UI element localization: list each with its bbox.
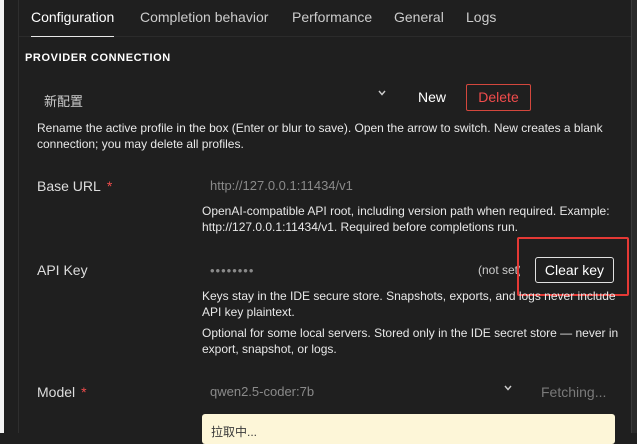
base-url-input[interactable]: http://127.0.0.1:11434/v1 bbox=[210, 178, 353, 193]
model-label: Model * bbox=[37, 384, 87, 400]
active-tab-indicator bbox=[31, 36, 115, 37]
base-url-label: Base URL * bbox=[37, 178, 112, 194]
profile-select[interactable]: 新配置 bbox=[36, 84, 396, 112]
model-label-text: Model bbox=[37, 384, 76, 400]
tab-general[interactable]: General bbox=[394, 9, 444, 25]
base-url-help-text: OpenAI-compatible API root, including ve… bbox=[202, 204, 610, 234]
profile-help-text: Rename the active profile in the box (En… bbox=[37, 121, 603, 151]
new-profile-button[interactable]: New bbox=[405, 84, 459, 111]
model-fetch-notice: 拉取中... bbox=[202, 414, 615, 444]
chevron-down-icon[interactable] bbox=[504, 385, 512, 393]
scrollbar[interactable] bbox=[631, 0, 637, 433]
required-marker: * bbox=[81, 384, 87, 400]
delete-profile-button[interactable]: Delete bbox=[466, 84, 531, 111]
tab-configuration[interactable]: Configuration bbox=[31, 9, 115, 37]
api-key-label: API Key bbox=[37, 262, 88, 278]
required-marker: * bbox=[106, 178, 113, 194]
section-heading: PROVIDER CONNECTION bbox=[25, 52, 171, 64]
clear-key-button[interactable]: Clear key bbox=[535, 257, 614, 283]
profile-select-value: 新配置 bbox=[44, 94, 84, 109]
api-key-help-text: Keys stay in the IDE secure store. Snaps… bbox=[202, 289, 616, 319]
settings-tabbar: Configuration Completion behavior Perfor… bbox=[19, 0, 631, 37]
fetching-models-button[interactable]: Fetching... bbox=[541, 384, 606, 400]
model-select-value: qwen2.5-coder:7b bbox=[210, 384, 315, 399]
tab-configuration-label: Configuration bbox=[31, 9, 115, 25]
base-url-label-text: Base URL bbox=[37, 178, 101, 194]
left-divider bbox=[18, 0, 19, 433]
api-key-status: (not set) bbox=[478, 263, 520, 277]
tab-completion-behavior[interactable]: Completion behavior bbox=[140, 9, 268, 25]
api-key-storage-note: Optional for some local servers. Stored … bbox=[202, 326, 619, 356]
tab-logs-label: Logs bbox=[466, 9, 497, 25]
model-fetch-notice-text: 拉取中... bbox=[211, 425, 258, 439]
tab-general-label: General bbox=[394, 9, 444, 25]
chevron-down-icon[interactable] bbox=[378, 90, 386, 98]
tab-performance[interactable]: Performance bbox=[292, 9, 372, 25]
left-edge-strip bbox=[0, 0, 4, 433]
api-key-input[interactable]: •••••••• bbox=[210, 263, 254, 278]
tab-logs[interactable]: Logs bbox=[466, 9, 496, 25]
model-select[interactable]: qwen2.5-coder:7b bbox=[202, 380, 520, 404]
tab-completion-behavior-label: Completion behavior bbox=[140, 9, 269, 25]
tab-performance-label: Performance bbox=[292, 9, 373, 25]
